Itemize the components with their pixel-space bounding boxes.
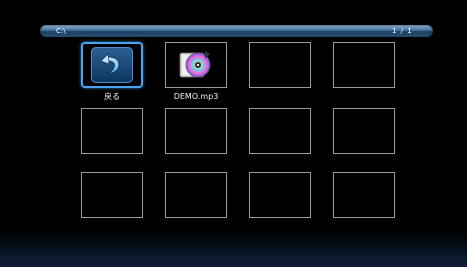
grid-cell-empty[interactable] [333,42,395,88]
path-bar [40,25,433,37]
grid-cell-empty[interactable] [165,172,227,218]
grid-cell-demo-mp3[interactable] [165,42,227,88]
grid-label-demo-mp3: DEMO.mp3 [173,92,219,101]
back-icon-container [91,47,133,83]
file-browser-screen: C:\ 1 / 1 戻る DEMO.mp3 [0,0,467,267]
current-path: C:\ [56,27,66,35]
grid-cell-empty[interactable] [249,172,311,218]
grid-label-back: 戻る [104,92,120,101]
grid-cell-empty[interactable] [249,108,311,154]
grid-cell-empty[interactable] [165,108,227,154]
grid-cell-empty[interactable] [81,172,143,218]
music-file-icon [177,47,215,83]
grid-cell-empty[interactable] [249,42,311,88]
music-icon-container [177,47,215,83]
grid-cell-empty[interactable] [333,108,395,154]
grid-cell-empty[interactable] [333,172,395,218]
grid-cell-empty[interactable] [81,108,143,154]
grid-cell-back[interactable] [81,42,143,88]
bottom-gradient-bar [0,245,467,267]
back-arrow-icon [91,47,133,83]
page-indicator: 1 / 1 [392,27,413,35]
